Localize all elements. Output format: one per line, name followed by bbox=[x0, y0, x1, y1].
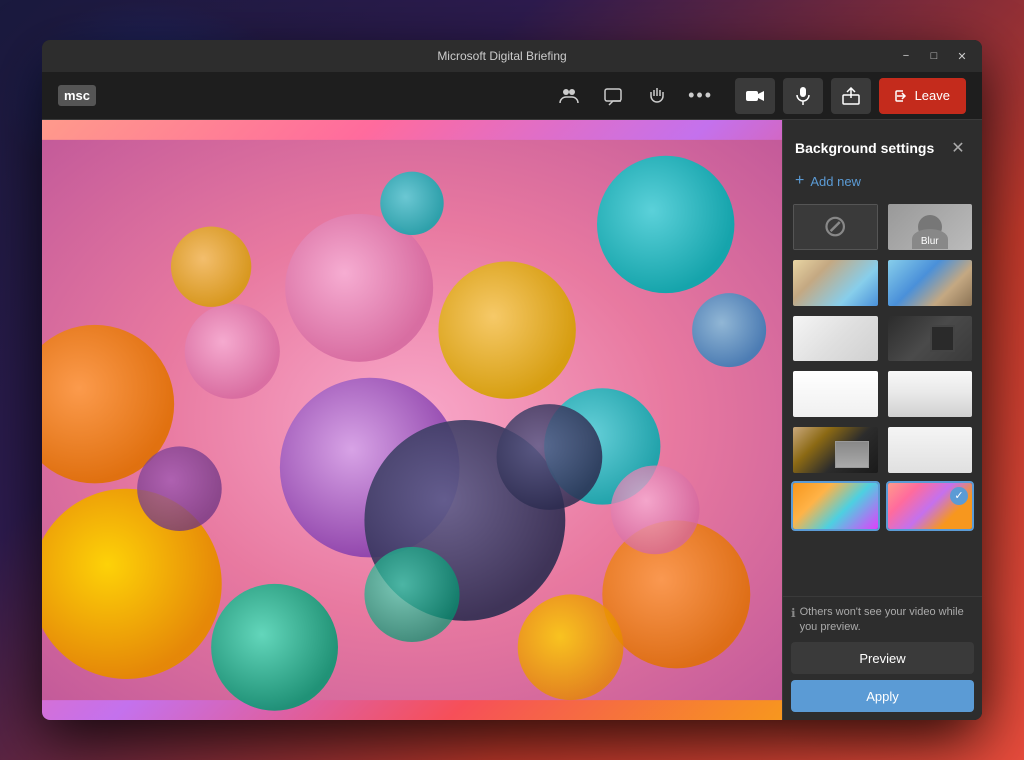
toolbar: msc ••• bbox=[42, 72, 982, 120]
thumbnail-room-3[interactable] bbox=[791, 314, 880, 364]
selected-checkmark: ✓ bbox=[950, 487, 968, 505]
none-icon: ⊘ bbox=[823, 212, 848, 242]
thumbnail-room-7[interactable] bbox=[791, 425, 880, 475]
leave-button[interactable]: Leave bbox=[879, 78, 966, 114]
thumbnail-room-5[interactable] bbox=[791, 369, 880, 419]
more-button[interactable]: ••• bbox=[683, 78, 719, 114]
people-button[interactable] bbox=[551, 78, 587, 114]
share-button[interactable] bbox=[831, 78, 871, 114]
logo: msc bbox=[58, 85, 96, 106]
close-button[interactable]: ✕ bbox=[950, 46, 974, 66]
blur-label: Blur bbox=[921, 236, 939, 247]
info-icon: ℹ bbox=[791, 606, 796, 622]
thumbnail-room-1[interactable] bbox=[791, 258, 880, 308]
maximize-button[interactable]: □ bbox=[922, 46, 946, 66]
thumbnail-grid: ⊘ Blur bbox=[791, 202, 974, 531]
window-controls: − □ ✕ bbox=[894, 46, 974, 66]
panel-footer: ℹ Others won't see your video while you … bbox=[783, 596, 982, 720]
panel-close-button[interactable]: ✕ bbox=[946, 136, 970, 160]
toolbar-actions: ••• bbox=[551, 78, 719, 114]
thumbnail-room-10[interactable]: ✓ bbox=[886, 481, 975, 531]
video-area bbox=[42, 120, 782, 720]
thumbnail-scroll-area[interactable]: ⊘ Blur bbox=[783, 202, 982, 596]
window-title: Microsoft Digital Briefing bbox=[110, 49, 894, 63]
chat-button[interactable] bbox=[595, 78, 631, 114]
content-area: Background settings ✕ + Add new ⊘ bbox=[42, 120, 982, 720]
thumbnail-room-6[interactable] bbox=[886, 369, 975, 419]
thumbnail-blur[interactable]: Blur bbox=[886, 202, 975, 252]
apply-button[interactable]: Apply bbox=[791, 680, 974, 712]
title-bar: Microsoft Digital Briefing − □ ✕ bbox=[42, 40, 982, 72]
mic-button[interactable] bbox=[783, 78, 823, 114]
thumbnail-room-8[interactable] bbox=[886, 425, 975, 475]
info-text: ℹ Others won't see your video while you … bbox=[791, 605, 974, 634]
panel-header: Background settings ✕ bbox=[783, 120, 982, 168]
preview-button[interactable]: Preview bbox=[791, 642, 974, 674]
camera-button[interactable] bbox=[735, 78, 775, 114]
video-background bbox=[42, 120, 782, 720]
thumbnail-room-2[interactable] bbox=[886, 258, 975, 308]
add-new-button[interactable]: + Add new bbox=[783, 168, 982, 202]
thumbnail-room-4[interactable] bbox=[886, 314, 975, 364]
thumbnail-none[interactable]: ⊘ bbox=[791, 202, 880, 252]
hand-button[interactable] bbox=[639, 78, 675, 114]
leave-label: Leave bbox=[915, 88, 950, 103]
minimize-button[interactable]: − bbox=[894, 46, 918, 66]
toolbar-right: Leave bbox=[735, 78, 966, 114]
panel-title: Background settings bbox=[795, 140, 934, 156]
thumbnail-room-9[interactable] bbox=[791, 481, 880, 531]
background-settings-panel: Background settings ✕ + Add new ⊘ bbox=[782, 120, 982, 720]
main-window: Microsoft Digital Briefing − □ ✕ msc bbox=[42, 40, 982, 720]
